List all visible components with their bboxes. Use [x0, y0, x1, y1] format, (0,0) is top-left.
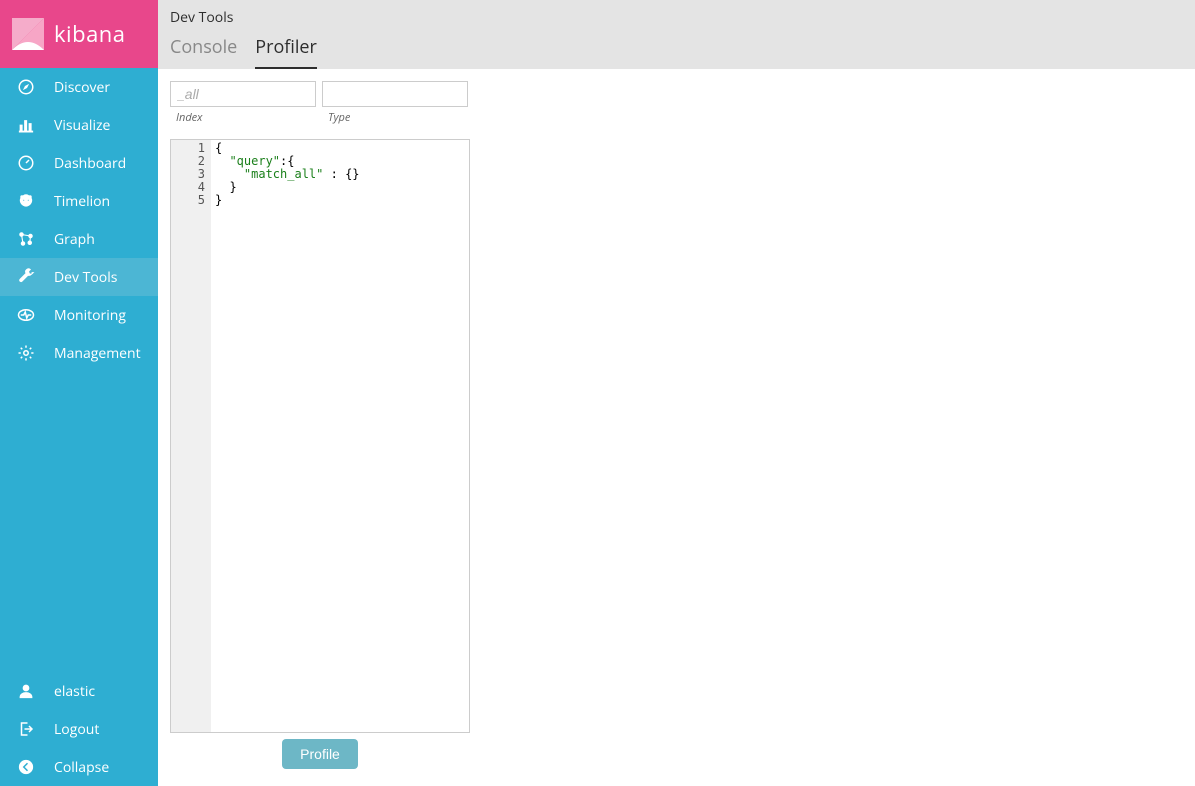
heartbeat-icon	[16, 305, 36, 325]
graph-icon	[16, 229, 36, 249]
sidebar-item-label: Visualize	[54, 116, 110, 135]
sidebar-item-label: Management	[54, 344, 141, 363]
kibana-logo-icon	[8, 14, 48, 54]
user-icon	[16, 681, 36, 701]
profile-button[interactable]: Profile	[282, 739, 358, 769]
nav: Discover Visualize Dashboard Timelion Gr…	[0, 68, 158, 786]
sidebar-item-user[interactable]: elastic	[0, 672, 158, 710]
query-editor[interactable]: 12345 { "query":{ "match_all" : {} } }	[170, 139, 470, 733]
logo-bar[interactable]: kibana	[0, 0, 158, 68]
sidebar-item-devtools[interactable]: Dev Tools	[0, 258, 158, 296]
editor-gutter: 12345	[171, 140, 211, 732]
sidebar: kibana Discover Visualize Dashboard Time…	[0, 0, 158, 786]
sidebar-item-monitoring[interactable]: Monitoring	[0, 296, 158, 334]
type-label: Type	[322, 107, 468, 125]
type-input[interactable]	[322, 81, 468, 107]
index-input-group: Index	[170, 81, 316, 125]
sidebar-item-label: Timelion	[54, 192, 110, 211]
tabs: Console Profiler	[158, 31, 1195, 69]
sidebar-item-label: Collapse	[54, 758, 109, 777]
sidebar-item-management[interactable]: Management	[0, 334, 158, 372]
wrench-icon	[16, 267, 36, 287]
type-input-group: Type	[322, 81, 468, 125]
tab-profiler[interactable]: Profiler	[255, 35, 317, 69]
tab-console[interactable]: Console	[170, 35, 237, 69]
sidebar-item-graph[interactable]: Graph	[0, 220, 158, 258]
sidebar-item-label: Dev Tools	[54, 268, 117, 287]
gauge-icon	[16, 153, 36, 173]
editor-code[interactable]: { "query":{ "match_all" : {} } }	[211, 140, 469, 732]
input-row: Index Type	[170, 81, 1183, 125]
logo-text: kibana	[54, 19, 126, 49]
sidebar-item-logout[interactable]: Logout	[0, 710, 158, 748]
sidebar-item-label: Discover	[54, 78, 110, 97]
bar-chart-icon	[16, 115, 36, 135]
content: Index Type 12345 { "query":{ "match_all"…	[158, 69, 1195, 781]
logout-icon	[16, 719, 36, 739]
lion-icon	[16, 191, 36, 211]
sidebar-item-label: Dashboard	[54, 154, 126, 173]
index-label: Index	[170, 107, 316, 125]
sidebar-item-timelion[interactable]: Timelion	[0, 182, 158, 220]
sidebar-item-visualize[interactable]: Visualize	[0, 106, 158, 144]
sidebar-item-discover[interactable]: Discover	[0, 68, 158, 106]
sidebar-item-label: elastic	[54, 682, 95, 701]
sidebar-item-dashboard[interactable]: Dashboard	[0, 144, 158, 182]
gear-icon	[16, 343, 36, 363]
compass-icon	[16, 77, 36, 97]
header: Dev Tools Console Profiler	[158, 0, 1195, 69]
main: Dev Tools Console Profiler Index Type 12…	[158, 0, 1195, 786]
page-title: Dev Tools	[158, 0, 1195, 31]
sidebar-item-label: Graph	[54, 230, 95, 249]
collapse-icon	[16, 757, 36, 777]
sidebar-item-label: Monitoring	[54, 306, 126, 325]
index-input[interactable]	[170, 81, 316, 107]
sidebar-item-collapse[interactable]: Collapse	[0, 748, 158, 786]
sidebar-item-label: Logout	[54, 720, 99, 739]
